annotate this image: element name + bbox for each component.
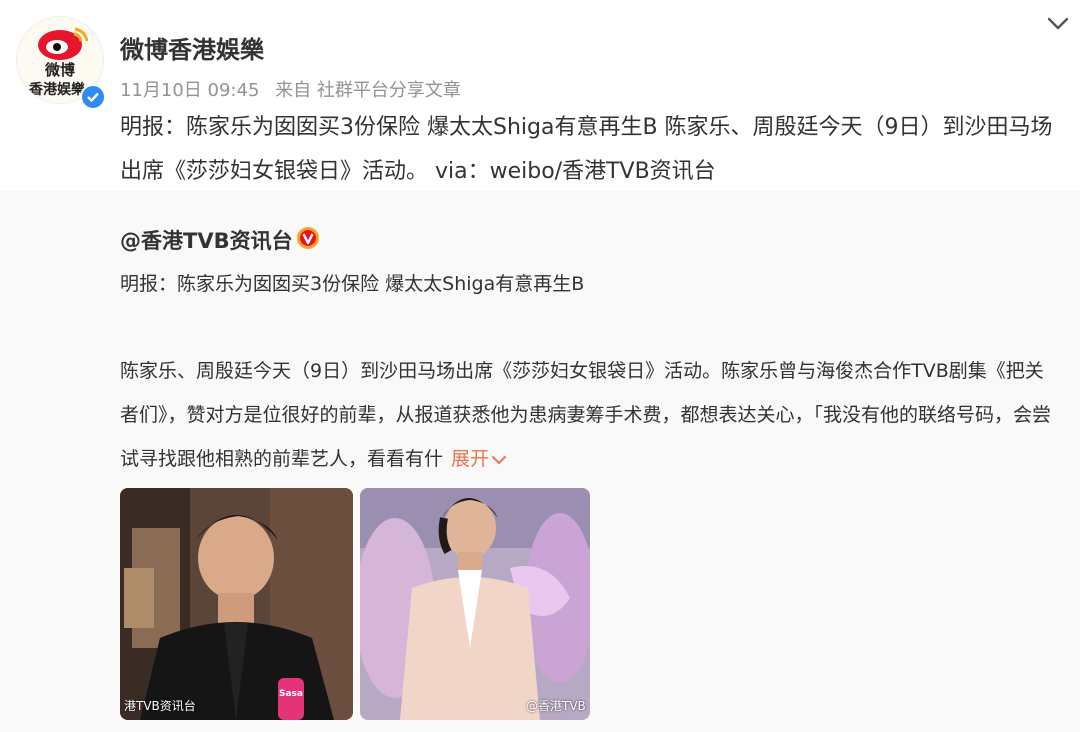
post-meta: 11月10日 09:45 来自 社群平台分享文章: [120, 76, 471, 102]
repost-body: 陈家乐、周殷廷今天（9日）到沙田马场出席《莎莎妇女银袋日》活动。陈家乐曾与海俊杰…: [120, 349, 1060, 481]
repost-photo-2[interactable]: @香港TVB: [360, 488, 590, 720]
post-header: 微博 香港娱樂 微博香港娛樂 11月10日 09:45 来自 社群平台分享文章 …: [0, 0, 1080, 190]
post-text: 明报：陈家乐为囡囡买3份保险 爆太太Shiga有意再生B 陈家乐、周殷廷今天（9…: [120, 115, 1053, 184]
chevron-down-small-icon: [492, 455, 507, 464]
repost-card: @香港TVB资讯台 明报：陈家乐为囡囡买3份保险 爆太太Shiga有意再生B 陈…: [0, 191, 1080, 732]
repost-photo-1[interactable]: Sasa 港TVB资讯台: [120, 488, 353, 720]
verified-gold-icon: [296, 226, 320, 250]
author-name[interactable]: 微博香港娛樂: [120, 30, 264, 65]
avatar-text-bottom: 香港娱樂: [28, 81, 86, 98]
verified-icon: [80, 84, 106, 110]
repost-title: 明报：陈家乐为囡囡买3份保险 爆太太Shiga有意再生B: [120, 273, 585, 295]
photo-watermark: @香港TVB: [526, 699, 586, 713]
post-date[interactable]: 11月10日 09:45: [120, 80, 259, 101]
chevron-down-icon[interactable]: [1046, 14, 1070, 34]
avatar-text-top: 微博: [44, 61, 75, 79]
expand-link[interactable]: 展开: [451, 448, 507, 470]
post-source: 来自 社群平台分享文章: [275, 80, 461, 101]
mic-label: Sasa: [279, 689, 303, 699]
expand-label: 展开: [451, 448, 490, 470]
photo-watermark: 港TVB资讯台: [124, 699, 196, 713]
repost-author[interactable]: @香港TVB资讯台: [120, 225, 293, 255]
repost-body-text: 陈家乐、周殷廷今天（9日）到沙田马场出席《莎莎妇女银袋日》活动。陈家乐曾与海俊杰…: [120, 360, 1052, 470]
